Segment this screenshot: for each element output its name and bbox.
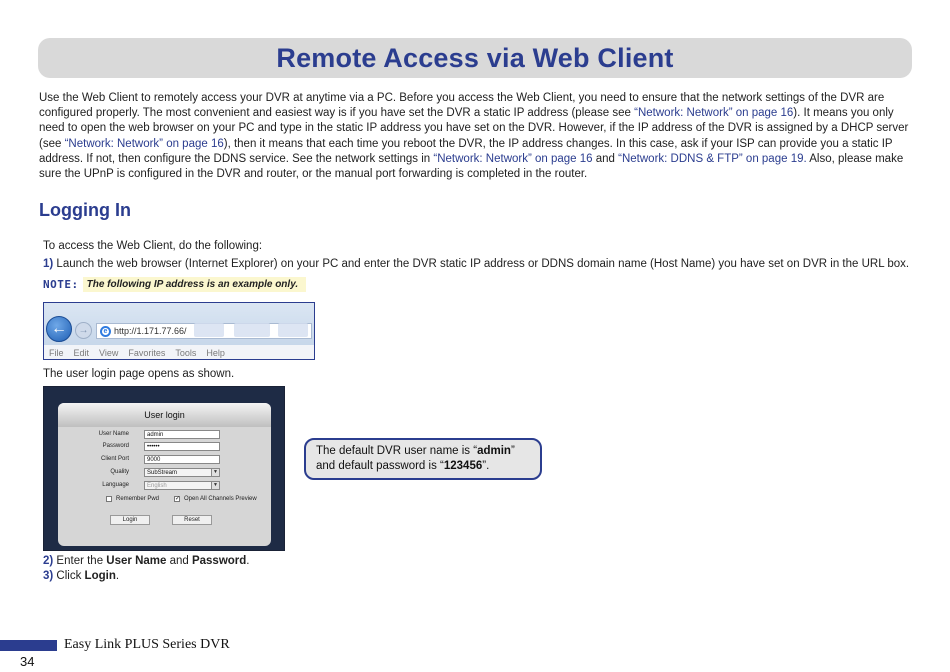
browser-toolbar: ← → e http://1.171.77.66/ [44, 303, 314, 345]
password-row: Password •••••• [58, 441, 271, 452]
menu-view[interactable]: View [99, 348, 118, 358]
callout-text: ”. [482, 460, 490, 472]
step-text: . [115, 570, 120, 582]
login-header: User login [58, 403, 271, 427]
password-label: Password [102, 443, 129, 449]
page-reference-link[interactable]: “Network: Network” on page 16 [65, 138, 224, 150]
step-text: Launch the web browser (Internet Explore… [53, 258, 910, 270]
intro-text: see [612, 107, 635, 120]
menu-help[interactable]: Help [206, 348, 225, 358]
remember-pwd-checkbox[interactable]: Remember Pwd [106, 496, 159, 502]
step-number: 3) [43, 570, 54, 582]
footer-brand: Easy Link PLUS Series DVR [64, 637, 230, 652]
language-row: Language English ▼ [58, 480, 271, 491]
login-intro-text: The user login page opens as shown. [43, 368, 235, 380]
blurred-toolbar-item [278, 323, 308, 337]
login-panel: User login User Name admin Password ••••… [58, 403, 271, 546]
menu-favorites[interactable]: Favorites [128, 348, 165, 358]
step-text-bold: Password [191, 555, 247, 567]
checkmark-icon[interactable]: ✓ [174, 496, 180, 502]
default-password: 123456 [443, 460, 483, 472]
step-number: 2) [43, 555, 54, 567]
menu-edit[interactable]: Edit [74, 348, 90, 358]
language-select[interactable]: English ▼ [144, 481, 220, 490]
page-title: Remote Access via Web Client [276, 42, 674, 73]
back-arrow-icon[interactable]: ← [46, 316, 72, 342]
open-all-channels-label: Open All Channels Preview [184, 496, 257, 502]
blurred-toolbar-item [234, 323, 270, 337]
default-username: admin [477, 445, 511, 457]
intro-paragraph: Use the Web Client to remotely access yo… [39, 91, 909, 182]
default-credentials-callout: The default DVR user name is “admin” and… [304, 438, 542, 480]
chevron-down-icon[interactable]: ▼ [211, 469, 219, 476]
step-text-bold: User Name [106, 555, 167, 567]
client-port-field[interactable]: 9000 [144, 455, 220, 464]
intro-text: and [592, 152, 619, 165]
title-banner: Remote Access via Web Client [38, 38, 912, 78]
step-text: . [246, 555, 250, 567]
login-button[interactable]: Login [110, 515, 150, 525]
page-reference-link[interactable]: “Network: DDNS & FTP” on page 19. [618, 153, 807, 165]
access-intro-text: To access the Web Client, do the followi… [43, 240, 263, 252]
step-2: 2) Enter the User Name and Password. [43, 555, 250, 567]
quality-value: SubStream [147, 470, 178, 476]
note-text: The following IP address is an example o… [82, 277, 307, 292]
section-heading: Logging In [39, 200, 131, 220]
url-text: http://1.171.77.66/ [114, 326, 187, 336]
chevron-down-icon[interactable]: ▼ [211, 482, 219, 489]
quality-label: Quality [110, 469, 129, 475]
menu-file[interactable]: File [49, 348, 64, 358]
step-1: 1) Launch the web browser (Internet Expl… [43, 258, 909, 270]
quality-row: Quality SubStream ▼ [58, 467, 271, 478]
checkbox-box[interactable] [106, 496, 112, 502]
footer-accent-bar [0, 640, 57, 651]
step-text-bold: Login [84, 570, 116, 582]
remember-pwd-label: Remember Pwd [116, 496, 160, 502]
page-reference-link[interactable]: “Network: Network” on page 16 [634, 107, 793, 119]
step-text: Enter the [53, 555, 107, 567]
forward-arrow-icon[interactable]: → [75, 322, 92, 339]
ie-logo-icon: e [100, 325, 111, 337]
browser-screenshot: ← → e http://1.171.77.66/ File Edit View… [43, 302, 315, 360]
client-port-label: Client Port [100, 456, 129, 462]
page-reference-link[interactable]: “Network: Network” on page 16 [433, 153, 592, 165]
browser-menu-bar: File Edit View Favorites Tools Help [44, 345, 314, 359]
password-field[interactable]: •••••• [144, 442, 220, 451]
note-box: NOTE: The following IP address is an exa… [43, 276, 307, 293]
step-text: Click [53, 570, 85, 582]
reset-button[interactable]: Reset [172, 515, 212, 525]
quality-select[interactable]: SubStream ▼ [144, 468, 220, 477]
username-label: User Name [98, 431, 129, 437]
step-3: 3) Click Login. [43, 570, 119, 582]
username-field[interactable]: admin [144, 430, 220, 439]
menu-tools[interactable]: Tools [175, 348, 196, 358]
open-all-channels-checkbox[interactable]: ✓ Open All Channels Preview [174, 496, 257, 502]
callout-text: The default DVR user name is “ [316, 445, 478, 457]
page-number: 34 [20, 654, 35, 669]
blurred-toolbar-item [194, 323, 224, 337]
client-port-row: Client Port 9000 [58, 454, 271, 465]
step-number: 1) [43, 258, 54, 270]
language-label: Language [102, 482, 129, 488]
login-screenshot: User login User Name admin Password ••••… [43, 386, 285, 551]
intro-text: see [42, 137, 65, 150]
note-label: NOTE: [43, 278, 79, 291]
step-text: and [166, 555, 192, 567]
language-value: English [147, 483, 167, 489]
username-row: User Name admin [58, 429, 271, 440]
